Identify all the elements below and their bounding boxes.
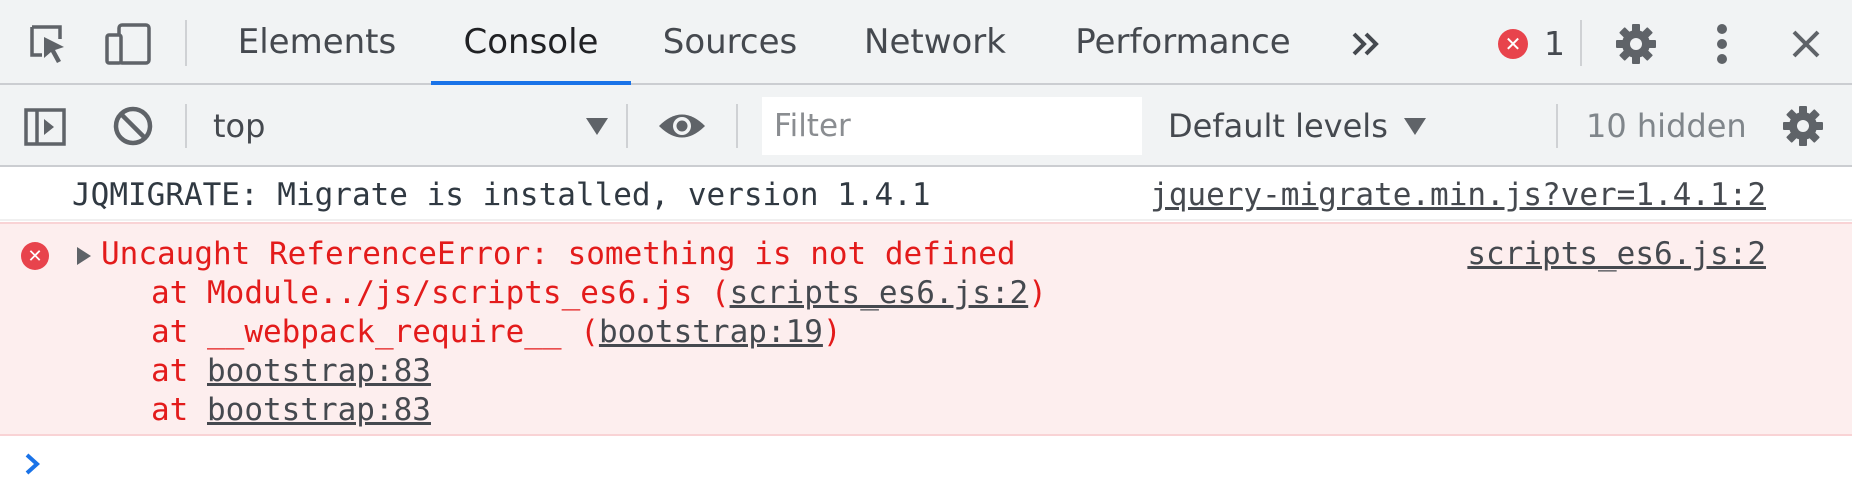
- stack-frame-link[interactable]: bootstrap:83: [207, 353, 431, 389]
- log-source-link[interactable]: jquery-migrate.min.js?ver=1.4.1:2: [1150, 177, 1766, 213]
- tabbar-divider-2: [1580, 20, 1582, 66]
- eye-icon[interactable]: [656, 103, 708, 149]
- stack-frame: at bootstrap:83: [151, 353, 431, 389]
- error-count-badge[interactable]: ✕ 1: [1498, 24, 1565, 63]
- log-levels-label: Default levels: [1168, 107, 1388, 145]
- error-count: 1: [1544, 24, 1565, 63]
- double-chevron-right-icon[interactable]: [1346, 25, 1386, 63]
- expand-triangle-icon[interactable]: [77, 247, 91, 265]
- tab-elements[interactable]: Elements: [222, 0, 412, 83]
- stack-frame-text: at: [151, 392, 207, 428]
- console-error-message: ✕ Uncaught ReferenceError: something is …: [0, 222, 1852, 436]
- stack-frame-text: at Module../js/scripts_es6.js (: [151, 275, 730, 311]
- error-title[interactable]: Uncaught ReferenceError: something is no…: [101, 236, 1016, 272]
- console-settings-gear-icon[interactable]: [1780, 103, 1826, 149]
- clear-console-icon[interactable]: [110, 103, 156, 149]
- stack-frame-link[interactable]: bootstrap:83: [207, 392, 431, 428]
- log-levels-dropdown[interactable]: Default levels: [1168, 104, 1426, 148]
- filter-input[interactable]: [762, 97, 1142, 155]
- toolbar-divider-3: [736, 104, 738, 148]
- context-value: top: [213, 107, 266, 145]
- close-icon[interactable]: [1784, 22, 1828, 66]
- error-source-link[interactable]: scripts_es6.js:2: [1467, 236, 1766, 272]
- inspect-element-icon[interactable]: [22, 20, 72, 68]
- kebab-menu-icon[interactable]: [1704, 20, 1740, 68]
- stack-frame: at __webpack_require__ (bootstrap:19): [151, 314, 842, 350]
- device-toolbar-icon[interactable]: [102, 20, 156, 68]
- stack-frame-link[interactable]: bootstrap:19: [599, 314, 823, 350]
- toolbar-divider: [185, 104, 187, 148]
- hidden-messages-count: 10 hidden: [1586, 104, 1747, 148]
- console-log-message: JQMIGRATE: Migrate is installed, version…: [0, 169, 1852, 221]
- gear-icon[interactable]: [1610, 20, 1662, 68]
- devtools-tabbar: Elements Console Sources Network Perform…: [0, 0, 1852, 85]
- toolbar-divider-4: [1556, 104, 1558, 148]
- tab-console[interactable]: Console: [431, 0, 631, 85]
- tab-elements-label: Elements: [237, 21, 397, 62]
- tab-network[interactable]: Network: [854, 0, 1016, 83]
- hidden-count-label: 10 hidden: [1586, 107, 1747, 145]
- caret-down-icon: [586, 118, 608, 135]
- tab-sources[interactable]: Sources: [650, 0, 810, 83]
- tab-performance-label: Performance: [1075, 21, 1291, 62]
- prompt-chevron-icon: [25, 453, 40, 475]
- stack-frame: at Module../js/scripts_es6.js (scripts_e…: [151, 275, 1047, 311]
- tab-network-label: Network: [864, 21, 1006, 62]
- console-prompt[interactable]: [22, 450, 44, 482]
- show-sidebar-icon[interactable]: [22, 104, 68, 150]
- log-message-text: JQMIGRATE: Migrate is installed, version…: [72, 177, 931, 213]
- tab-sources-label: Sources: [662, 21, 798, 62]
- toolbar-divider-2: [626, 104, 628, 148]
- tab-console-label: Console: [463, 21, 599, 62]
- context-select[interactable]: top: [213, 104, 608, 148]
- stack-frame-text: at: [151, 353, 207, 389]
- tab-performance[interactable]: Performance: [1068, 0, 1298, 83]
- caret-down-icon: [1403, 117, 1426, 135]
- error-icon: ✕: [1498, 28, 1528, 59]
- stack-frame-link[interactable]: scripts_es6.js:2: [730, 275, 1029, 311]
- stack-frame-suffix: ): [1028, 275, 1047, 311]
- tabbar-divider: [185, 20, 187, 66]
- stack-frame-text: at __webpack_require__ (: [151, 314, 599, 350]
- stack-frame: at bootstrap:83: [151, 392, 431, 428]
- error-icon: ✕: [21, 242, 49, 270]
- console-toolbar: top Default levels 10 hidden: [0, 85, 1852, 167]
- stack-frame-suffix: ): [822, 314, 842, 350]
